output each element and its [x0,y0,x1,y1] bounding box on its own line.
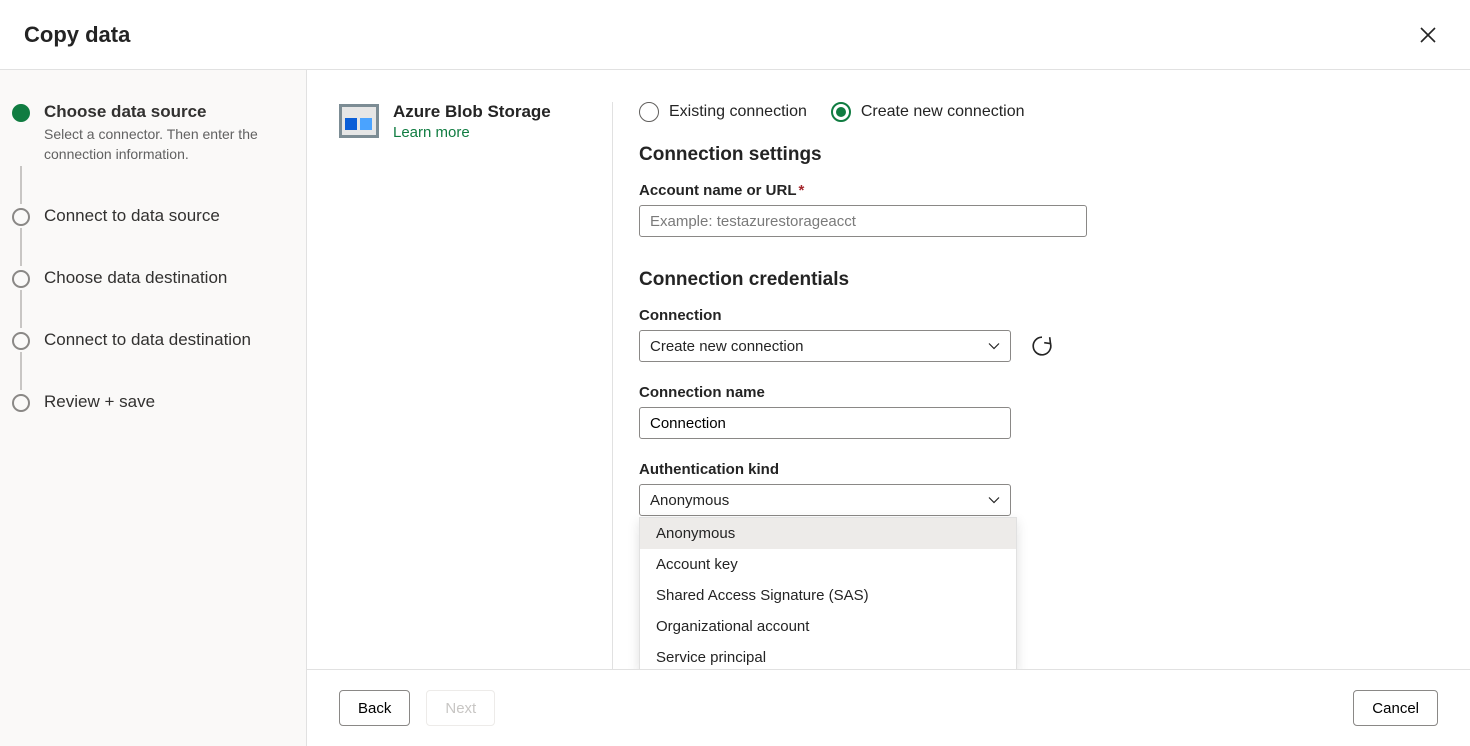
auth-option-anonymous[interactable]: Anonymous [640,518,1016,549]
chevron-down-icon [988,494,1000,506]
auth-option-organizational[interactable]: Organizational account [640,611,1016,642]
auth-option-service-principal[interactable]: Service principal [640,642,1016,669]
authentication-kind-label: Authentication kind [639,461,1333,478]
step-review-save[interactable]: Review + save [8,392,282,412]
auth-option-sas[interactable]: Shared Access Signature (SAS) [640,580,1016,611]
step-connect-data-source[interactable]: Connect to data source [8,206,282,226]
step-title: Choose data destination [44,268,227,288]
radio-label: Existing connection [669,103,807,121]
step-connect-data-destination[interactable]: Connect to data destination [8,330,282,350]
wizard-steps: Choose data source Select a connector. T… [0,70,307,746]
authentication-kind-value: Anonymous [650,492,729,509]
step-connector [20,290,22,328]
step-indicator [12,394,30,412]
account-name-label: Account name or URL* [639,182,1333,199]
step-title: Connect to data destination [44,330,251,350]
azure-blob-storage-icon [339,102,379,142]
account-name-input[interactable] [639,205,1087,237]
next-button[interactable]: Next [426,690,495,726]
connection-credentials-heading: Connection credentials [639,269,1333,291]
step-indicator [12,208,30,226]
step-connector [20,166,22,204]
back-button[interactable]: Back [339,690,410,726]
step-indicator [12,332,30,350]
connection-name-input[interactable] [639,407,1011,439]
connector-name: Azure Blob Storage [393,102,551,122]
step-indicator [12,104,30,122]
close-icon [1420,27,1436,43]
connector-summary: Azure Blob Storage Learn more [339,102,613,669]
cancel-button[interactable]: Cancel [1353,690,1438,726]
authentication-kind-dropdown[interactable]: Anonymous [639,484,1011,516]
step-connector [20,228,22,266]
authentication-kind-menu: Anonymous Account key Shared Access Sign… [639,517,1017,669]
connection-dropdown-value: Create new connection [650,338,803,355]
step-title: Review + save [44,392,155,412]
step-choose-data-destination[interactable]: Choose data destination [8,268,282,288]
connection-dropdown-label: Connection [639,307,1333,324]
connection-mode-radios: Existing connection Create new connectio… [639,102,1333,122]
step-description: Select a connector. Then enter the conne… [44,125,282,164]
step-connector [20,352,22,390]
auth-option-account-key[interactable]: Account key [640,549,1016,580]
chevron-down-icon [988,340,1000,352]
connection-name-label: Connection name [639,384,1333,401]
connection-settings-heading: Connection settings [639,144,1333,166]
radio-existing-connection[interactable]: Existing connection [639,102,807,122]
step-title: Choose data source [44,102,282,122]
close-button[interactable] [1416,23,1440,47]
refresh-button[interactable] [1031,335,1053,357]
wizard-footer: Back Next Cancel [307,669,1470,746]
connection-dropdown[interactable]: Create new connection [639,330,1011,362]
radio-label: Create new connection [861,103,1025,121]
step-title: Connect to data source [44,206,220,226]
step-choose-data-source[interactable]: Choose data source Select a connector. T… [8,102,282,164]
step-indicator [12,270,30,288]
page-title: Copy data [24,22,130,48]
radio-create-new-connection[interactable]: Create new connection [831,102,1025,122]
learn-more-link[interactable]: Learn more [393,124,470,141]
